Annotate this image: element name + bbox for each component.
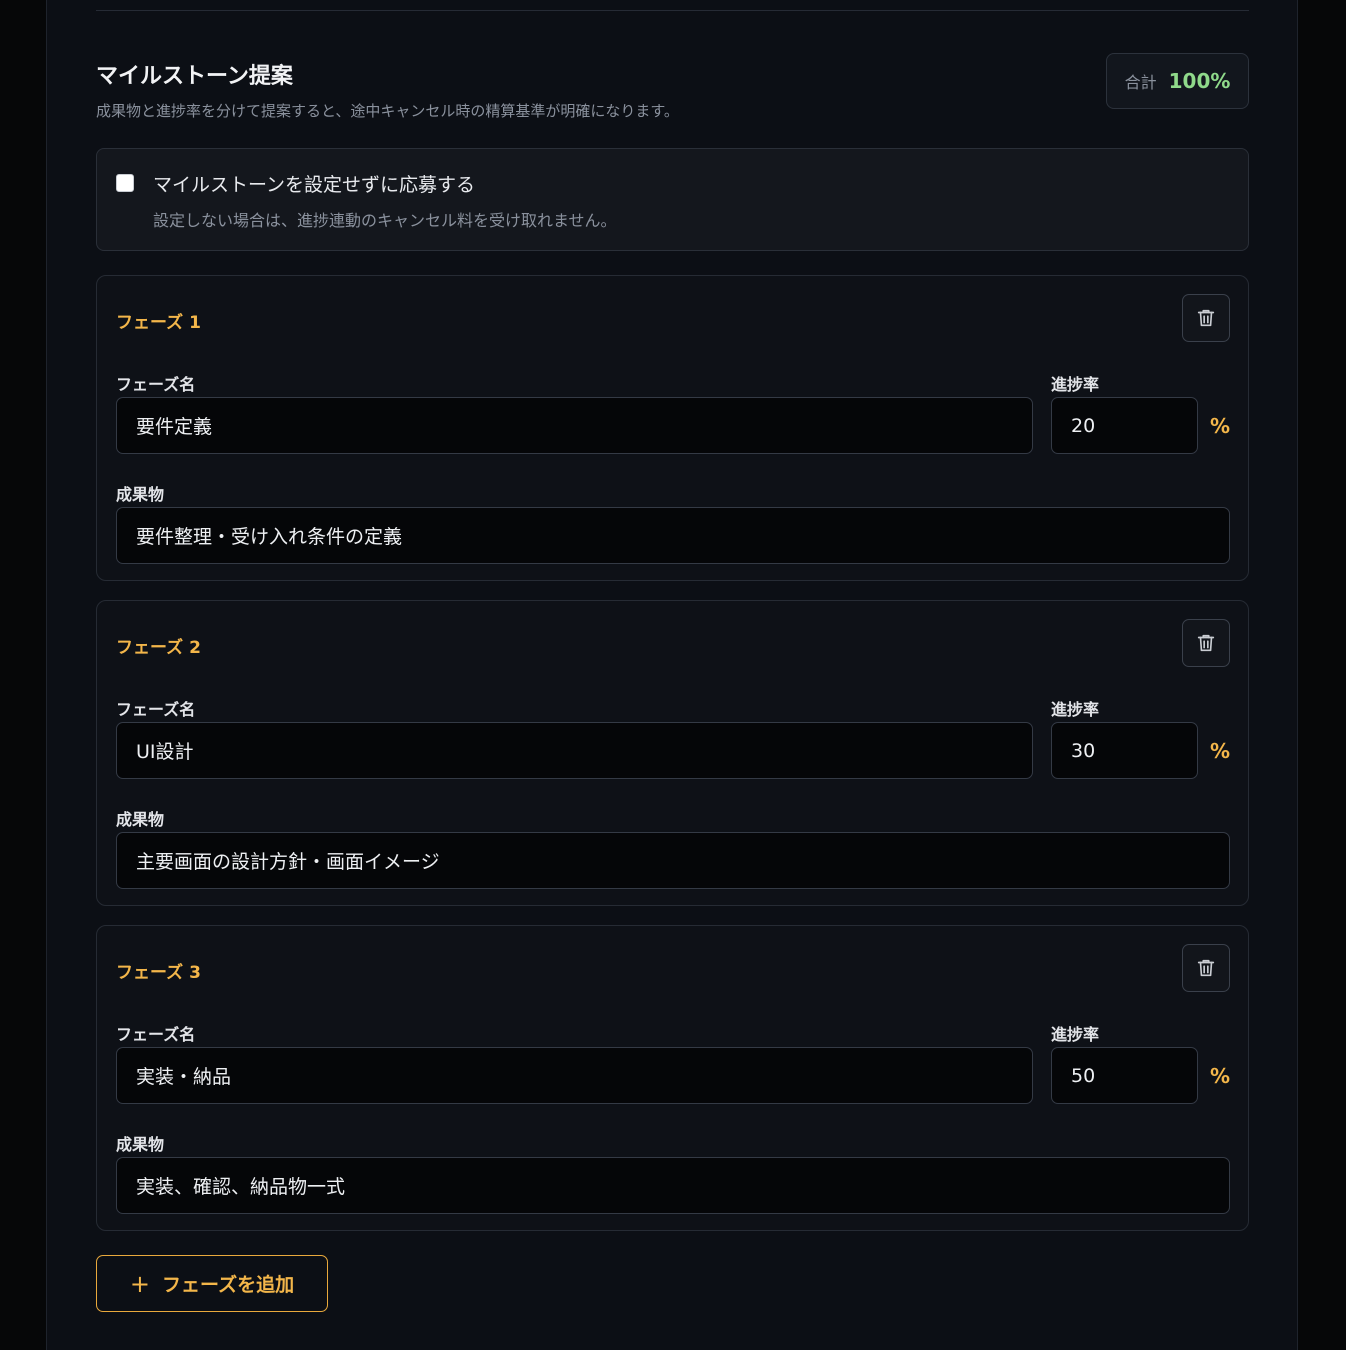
total-value: 100%: [1168, 69, 1231, 93]
phase-name-input[interactable]: UI設計: [116, 722, 1033, 779]
delete-phase-button[interactable]: [1182, 944, 1230, 992]
section-title: マイルストーン提案: [96, 64, 293, 89]
delete-phase-button[interactable]: [1182, 619, 1230, 667]
progress-label: 進捗率: [1051, 1025, 1100, 1044]
phase-name-label: フェーズ名: [116, 375, 196, 394]
progress-input[interactable]: 50: [1051, 1047, 1198, 1104]
add-phase-button[interactable]: + フェーズを追加: [96, 1255, 328, 1312]
progress-label: 進捗率: [1051, 700, 1100, 719]
trash-icon: [1197, 309, 1215, 327]
add-phase-label: フェーズを追加: [162, 1274, 295, 1296]
progress-input[interactable]: 20: [1051, 397, 1198, 454]
total-label: 合計: [1124, 73, 1157, 92]
deliverable-label: 成果物: [116, 485, 165, 504]
no-milestone-option: マイルストーンを設定せずに応募する 設定しない場合は、進捗連動のキャンセル料を受…: [96, 148, 1249, 251]
phase-card: フェーズ 3 フェーズ名 実装・納品 進捗率 50 % 成果物 実装、確認、納品…: [96, 925, 1249, 1231]
plus-icon: +: [129, 1269, 151, 1298]
section-description: 成果物と進捗率を分けて提案すると、途中キャンセル時の精算基準が明確になります。: [96, 102, 679, 120]
top-divider: [96, 10, 1249, 11]
phase-card: フェーズ 1 フェーズ名 要件定義 進捗率 20 % 成果物 要件整理・受け入れ…: [96, 275, 1249, 581]
progress-input[interactable]: 30: [1051, 722, 1198, 779]
percent-sign: %: [1210, 1064, 1231, 1088]
phase-title: フェーズ 2: [116, 638, 201, 658]
phase-name-label: フェーズ名: [116, 1025, 196, 1044]
deliverable-input[interactable]: 要件整理・受け入れ条件の定義: [116, 507, 1230, 564]
no-milestone-checkbox[interactable]: [116, 174, 134, 192]
phase-title: フェーズ 1: [116, 313, 201, 333]
trash-icon: [1197, 959, 1215, 977]
no-milestone-label[interactable]: マイルストーンを設定せずに応募する: [153, 170, 475, 197]
percent-sign: %: [1210, 739, 1231, 763]
deliverable-label: 成果物: [116, 810, 165, 829]
trash-icon: [1197, 634, 1215, 652]
phase-title: フェーズ 3: [116, 963, 201, 983]
phase-name-input[interactable]: 要件定義: [116, 397, 1033, 454]
phase-name-input[interactable]: 実装・納品: [116, 1047, 1033, 1104]
phase-card: フェーズ 2 フェーズ名 UI設計 進捗率 30 % 成果物 主要画面の設計方針…: [96, 600, 1249, 906]
delete-phase-button[interactable]: [1182, 294, 1230, 342]
deliverable-input[interactable]: 主要画面の設計方針・画面イメージ: [116, 832, 1230, 889]
percent-sign: %: [1210, 414, 1231, 438]
phase-name-label: フェーズ名: [116, 700, 196, 719]
deliverable-label: 成果物: [116, 1135, 165, 1154]
milestone-panel: マイルストーン提案 成果物と進捗率を分けて提案すると、途中キャンセル時の精算基準…: [46, 0, 1298, 1350]
progress-label: 進捗率: [1051, 375, 1100, 394]
no-milestone-hint: 設定しない場合は、進捗連動のキャンセル料を受け取れません。: [153, 211, 617, 230]
deliverable-input[interactable]: 実装、確認、納品物一式: [116, 1157, 1230, 1214]
total-badge: 合計 100%: [1106, 53, 1249, 109]
